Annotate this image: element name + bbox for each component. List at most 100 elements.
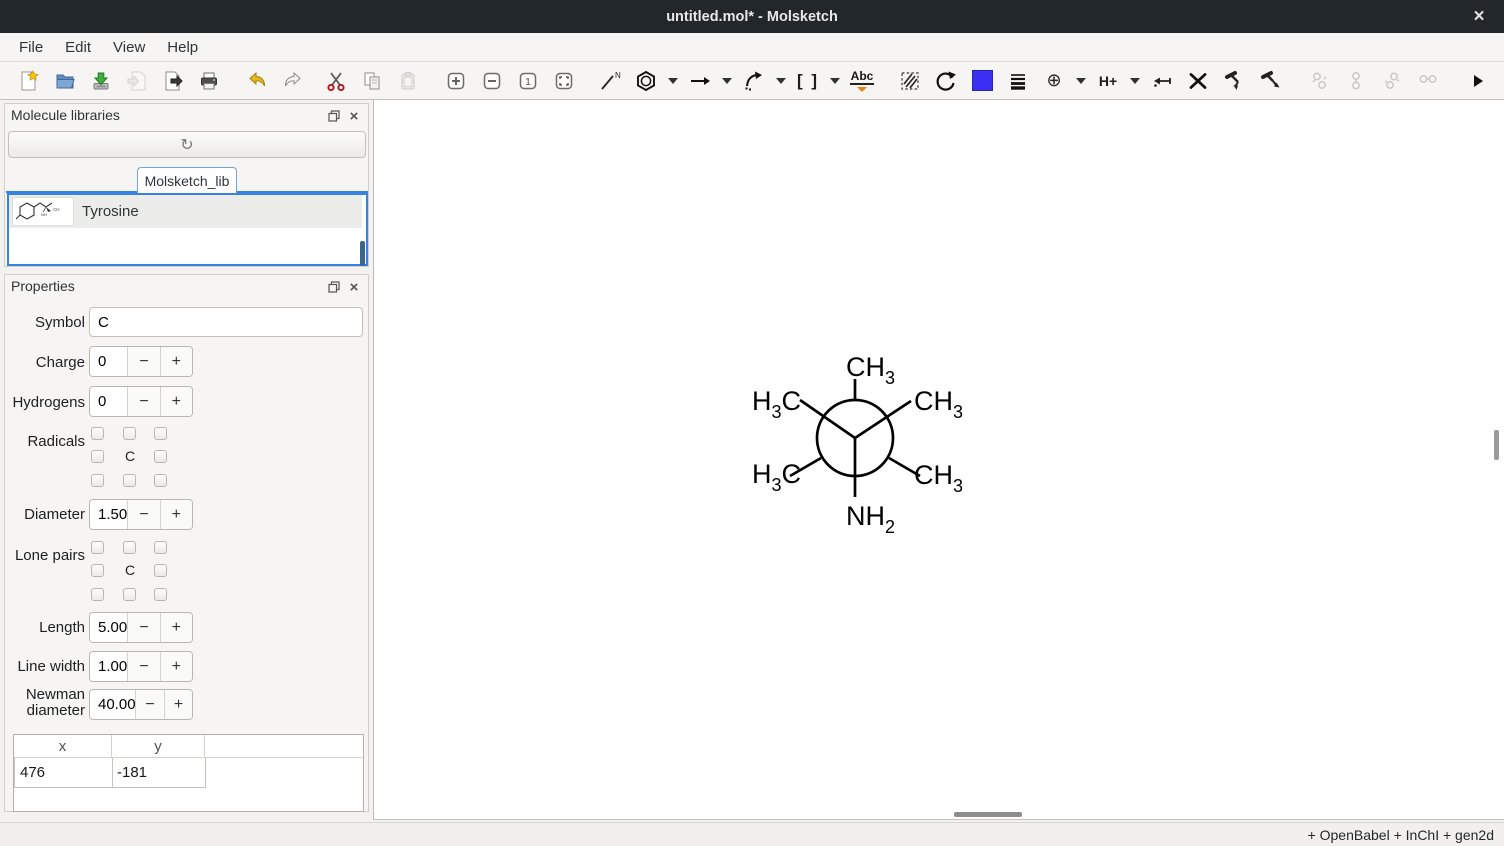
- mechanics-tool-1-button[interactable]: [1216, 64, 1252, 98]
- radical-checkbox[interactable]: [154, 427, 167, 440]
- charge-minus-button[interactable]: −: [127, 347, 159, 376]
- menu-help[interactable]: Help: [156, 33, 209, 62]
- charge-tool-dropdown[interactable]: [1072, 64, 1090, 98]
- toolbar-extension-button[interactable]: [1460, 64, 1496, 98]
- lone-pair-checkbox[interactable]: [154, 541, 167, 554]
- mechanism-arrow-button[interactable]: [736, 64, 772, 98]
- radical-checkbox[interactable]: [154, 450, 167, 463]
- ring-tool-button[interactable]: [628, 64, 664, 98]
- length-value[interactable]: 5.00: [90, 613, 127, 642]
- radical-checkbox[interactable]: [123, 427, 136, 440]
- hydrogens-minus-button[interactable]: −: [127, 387, 159, 416]
- lone-pair-checkbox[interactable]: [123, 541, 136, 554]
- connect-tool-button[interactable]: [1144, 64, 1180, 98]
- conformer-tool-4-button[interactable]: [1410, 64, 1446, 98]
- radical-checkbox[interactable]: [91, 450, 104, 463]
- radical-checkbox[interactable]: [91, 427, 104, 440]
- import-button[interactable]: [119, 64, 155, 98]
- undo-button[interactable]: [239, 64, 275, 98]
- drawing-canvas[interactable]: CH3 H3C CH3 H3C CH3 NH2: [373, 100, 1504, 820]
- hydrogens-value[interactable]: 0: [90, 387, 127, 416]
- mechanism-arrow-dropdown[interactable]: [772, 64, 790, 98]
- hydrogen-tool-dropdown[interactable]: [1126, 64, 1144, 98]
- zoom-in-button[interactable]: [438, 64, 474, 98]
- cell-x-value[interactable]: 476: [14, 758, 113, 788]
- copy-button[interactable]: [354, 64, 390, 98]
- charge-plus-button[interactable]: +: [160, 347, 192, 376]
- lone-pair-checkbox[interactable]: [91, 588, 104, 601]
- hydrogens-plus-button[interactable]: +: [160, 387, 192, 416]
- conformer-tool-2-button[interactable]: [1338, 64, 1374, 98]
- bracket-tool-dropdown[interactable]: [826, 64, 844, 98]
- lone-pair-checkbox[interactable]: [91, 564, 104, 577]
- panel-close-icon[interactable]: ×: [346, 108, 362, 124]
- cell-y-value[interactable]: -181: [112, 758, 206, 788]
- canvas-vertical-scrollbar-thumb[interactable]: [1494, 430, 1499, 460]
- panel-float-icon[interactable]: [326, 279, 342, 295]
- diameter-plus-button[interactable]: +: [160, 500, 192, 529]
- lone-pair-checkbox[interactable]: [91, 541, 104, 554]
- new-file-button[interactable]: [11, 64, 47, 98]
- newman-diameter-minus-button[interactable]: −: [135, 690, 164, 719]
- reaction-arrow-button[interactable]: [682, 64, 718, 98]
- length-plus-button[interactable]: +: [160, 613, 192, 642]
- save-button[interactable]: [83, 64, 119, 98]
- text-tool-button[interactable]: Abc: [844, 64, 880, 98]
- paste-button[interactable]: [390, 64, 426, 98]
- library-list[interactable]: CHNH Tyrosine: [7, 193, 368, 266]
- length-minus-button[interactable]: −: [127, 613, 159, 642]
- canvas-horizontal-scrollbar-thumb[interactable]: [954, 812, 1022, 817]
- zoom-original-button[interactable]: 1: [510, 64, 546, 98]
- newman-diameter-plus-button[interactable]: +: [164, 690, 192, 719]
- export-button[interactable]: [155, 64, 191, 98]
- line-width-plus-button[interactable]: +: [160, 652, 192, 681]
- line-width-minus-button[interactable]: −: [127, 652, 159, 681]
- radical-checkbox[interactable]: [91, 474, 104, 487]
- lone-pair-checkbox[interactable]: [123, 588, 136, 601]
- zoom-fit-button[interactable]: [546, 64, 582, 98]
- panel-float-icon[interactable]: [326, 108, 342, 124]
- panel-close-icon[interactable]: ×: [346, 279, 362, 295]
- menu-file[interactable]: File: [8, 33, 54, 62]
- lone-pair-checkbox[interactable]: [154, 588, 167, 601]
- diameter-minus-button[interactable]: −: [127, 500, 159, 529]
- cut-button[interactable]: [318, 64, 354, 98]
- redo-button[interactable]: [275, 64, 311, 98]
- window-close-icon[interactable]: ×: [1464, 0, 1494, 33]
- reaction-arrow-dropdown[interactable]: [718, 64, 736, 98]
- lone-pair-checkbox[interactable]: [154, 564, 167, 577]
- conformer-tool-3-button[interactable]: [1374, 64, 1410, 98]
- mechanics-tool-2-button[interactable]: [1252, 64, 1288, 98]
- col-header-x[interactable]: x: [14, 735, 112, 757]
- radical-checkbox[interactable]: [154, 474, 167, 487]
- conformer-tool-1-button[interactable]: [1302, 64, 1338, 98]
- charge-value[interactable]: 0: [90, 347, 127, 376]
- rotate-tool-button[interactable]: [928, 64, 964, 98]
- line-width-button[interactable]: [1000, 64, 1036, 98]
- symbol-input[interactable]: [89, 307, 363, 337]
- col-header-y[interactable]: y: [112, 735, 205, 757]
- line-width-spinbox: 1.00 − +: [89, 651, 193, 682]
- library-refresh-button[interactable]: ↻: [8, 131, 366, 158]
- library-scrollbar-thumb[interactable]: [360, 241, 365, 266]
- delete-tool-button[interactable]: [1180, 64, 1216, 98]
- line-width-label: Line width: [5, 651, 85, 681]
- charge-tool-button[interactable]: ⊕: [1036, 64, 1072, 98]
- list-item-tyrosine[interactable]: CHNH Tyrosine: [9, 195, 362, 228]
- tab-molsketch-lib[interactable]: Molsketch_lib: [137, 167, 237, 193]
- line-width-value[interactable]: 1.00: [90, 652, 127, 681]
- lasso-select-button[interactable]: [892, 64, 928, 98]
- menu-view[interactable]: View: [102, 33, 156, 62]
- diameter-value[interactable]: 1.50: [90, 500, 127, 529]
- radical-checkbox[interactable]: [123, 474, 136, 487]
- ring-tool-dropdown[interactable]: [664, 64, 682, 98]
- menu-edit[interactable]: Edit: [54, 33, 102, 62]
- draw-tool-button[interactable]: N: [592, 64, 628, 98]
- bracket-tool-button[interactable]: [ ]: [790, 64, 826, 98]
- zoom-out-button[interactable]: [474, 64, 510, 98]
- hydrogen-tool-button[interactable]: H+: [1090, 64, 1126, 98]
- open-file-button[interactable]: [47, 64, 83, 98]
- color-picker-button[interactable]: [964, 64, 1000, 98]
- print-button[interactable]: [191, 64, 227, 98]
- newman-diameter-value[interactable]: 40.00: [90, 690, 135, 719]
